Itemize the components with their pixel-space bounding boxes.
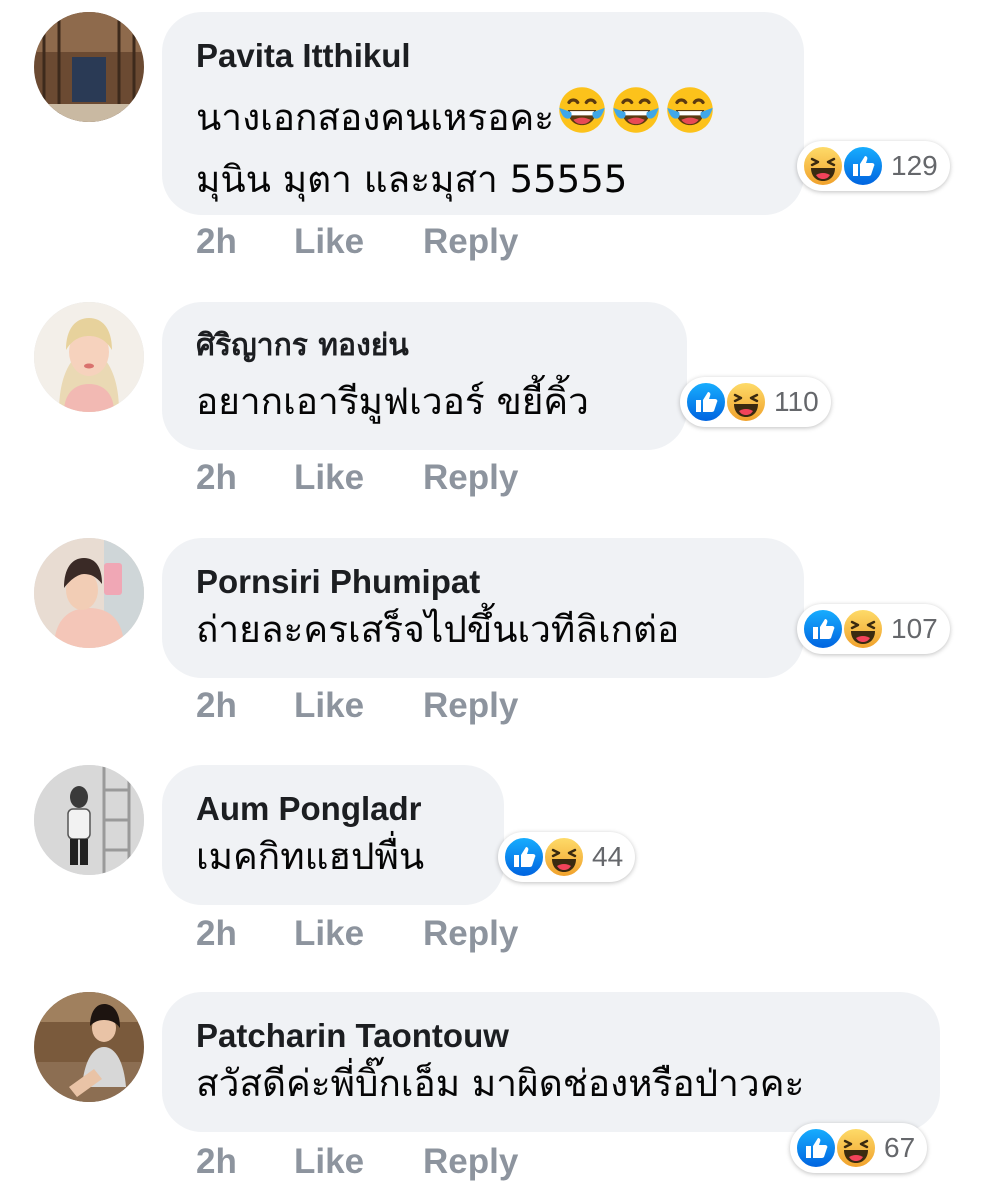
avatar[interactable] xyxy=(34,538,144,648)
comment-actions: 2h Like Reply xyxy=(196,222,518,262)
comment-bubble: ศิริญากร ทองย่น อยากเอารีมูฟเวอร์ ขยี้คิ… xyxy=(162,302,687,450)
like-reaction-icon xyxy=(801,607,845,651)
comment-actions: 2h Like Reply xyxy=(196,686,518,726)
comment-timestamp[interactable]: 2h xyxy=(196,686,294,726)
haha-reaction-icon xyxy=(834,1126,878,1170)
reaction-summary[interactable]: 67 xyxy=(790,1123,928,1173)
comment-author[interactable]: Patcharin Taontouw xyxy=(196,1016,906,1056)
reaction-summary[interactable]: 107 xyxy=(797,604,950,654)
reply-button[interactable]: Reply xyxy=(423,1142,518,1182)
reply-button[interactable]: Reply xyxy=(423,222,518,262)
reaction-summary[interactable]: 44 xyxy=(498,832,636,882)
comment-line: มุนิน มุตา และมุสา 55555 xyxy=(196,158,628,201)
like-reaction-icon xyxy=(841,144,885,188)
reaction-summary[interactable]: 129 xyxy=(797,141,950,191)
reply-button[interactable]: Reply xyxy=(423,686,518,726)
comment-author[interactable]: Aum Pongladr xyxy=(196,789,470,829)
comment-author[interactable]: Pavita Itthikul xyxy=(196,36,770,76)
comment-text: ถ่ายละครเสร็จไปขึ้นเวทีลิเกต่อ xyxy=(196,608,680,651)
avatar[interactable] xyxy=(34,992,144,1102)
haha-reaction-icon xyxy=(841,607,885,651)
reaction-count: 67 xyxy=(884,1132,916,1163)
reaction-summary[interactable]: 110 xyxy=(680,377,831,427)
like-reaction-icon xyxy=(502,835,546,879)
comment-bubble: Aum Pongladr เมคกิทแฮปพื่น xyxy=(162,765,504,905)
avatar[interactable] xyxy=(34,12,144,122)
reply-button[interactable]: Reply xyxy=(423,914,518,954)
face-with-tears-of-joy-icon xyxy=(556,84,608,152)
like-button[interactable]: Like xyxy=(294,222,423,262)
comment-text: อยากเอารีมูฟเวอร์ ขยี้คิ้ว xyxy=(196,380,589,423)
haha-reaction-icon xyxy=(801,144,845,188)
comment-author[interactable]: Pornsiri Phumipat xyxy=(196,562,770,602)
comment-text: นางเอกสองคนเหรอคะ xyxy=(196,84,770,152)
comment-timestamp[interactable]: 2h xyxy=(196,914,294,954)
comment-text: สวัสดีค่ะพี่บิ๊กเอ็ม มาผิดช่องหรือป่าวคะ xyxy=(196,1062,805,1105)
reaction-count: 44 xyxy=(592,841,624,872)
like-button[interactable]: Like xyxy=(294,458,423,498)
comment-actions: 2h Like Reply xyxy=(196,914,518,954)
comment-author[interactable]: ศิริญากร ทองย่น xyxy=(196,326,653,366)
reaction-count: 110 xyxy=(774,386,819,417)
comment-bubble: Patcharin Taontouw สวัสดีค่ะพี่บิ๊กเอ็ม … xyxy=(162,992,940,1132)
like-button[interactable]: Like xyxy=(294,1142,423,1182)
comment-actions: 2h Like Reply xyxy=(196,1142,518,1182)
like-button[interactable]: Like xyxy=(294,914,423,954)
avatar[interactable] xyxy=(34,302,144,412)
comment-actions: 2h Like Reply xyxy=(196,458,518,498)
comment-timestamp[interactable]: 2h xyxy=(196,222,294,262)
reaction-count: 107 xyxy=(891,613,938,644)
comment-timestamp[interactable]: 2h xyxy=(196,458,294,498)
comment-bubble: Pavita Itthikul นางเอกสองคนเหรอคะ มุนิน … xyxy=(162,12,804,215)
comment-bubble: Pornsiri Phumipat ถ่ายละครเสร็จไปขึ้นเวท… xyxy=(162,538,804,678)
reaction-count: 129 xyxy=(891,150,938,181)
face-with-tears-of-joy-icon xyxy=(664,84,716,152)
like-reaction-icon xyxy=(684,380,728,424)
avatar[interactable] xyxy=(34,765,144,875)
reply-button[interactable]: Reply xyxy=(423,458,518,498)
haha-reaction-icon xyxy=(724,380,768,424)
comment-line: นางเอกสองคนเหรอคะ xyxy=(196,96,555,139)
face-with-tears-of-joy-icon xyxy=(610,84,662,152)
like-reaction-icon xyxy=(794,1126,838,1170)
like-button[interactable]: Like xyxy=(294,686,423,726)
comment-text: เมคกิทแฮปพื่น xyxy=(196,835,425,878)
comment-timestamp[interactable]: 2h xyxy=(196,1142,294,1182)
haha-reaction-icon xyxy=(542,835,586,879)
